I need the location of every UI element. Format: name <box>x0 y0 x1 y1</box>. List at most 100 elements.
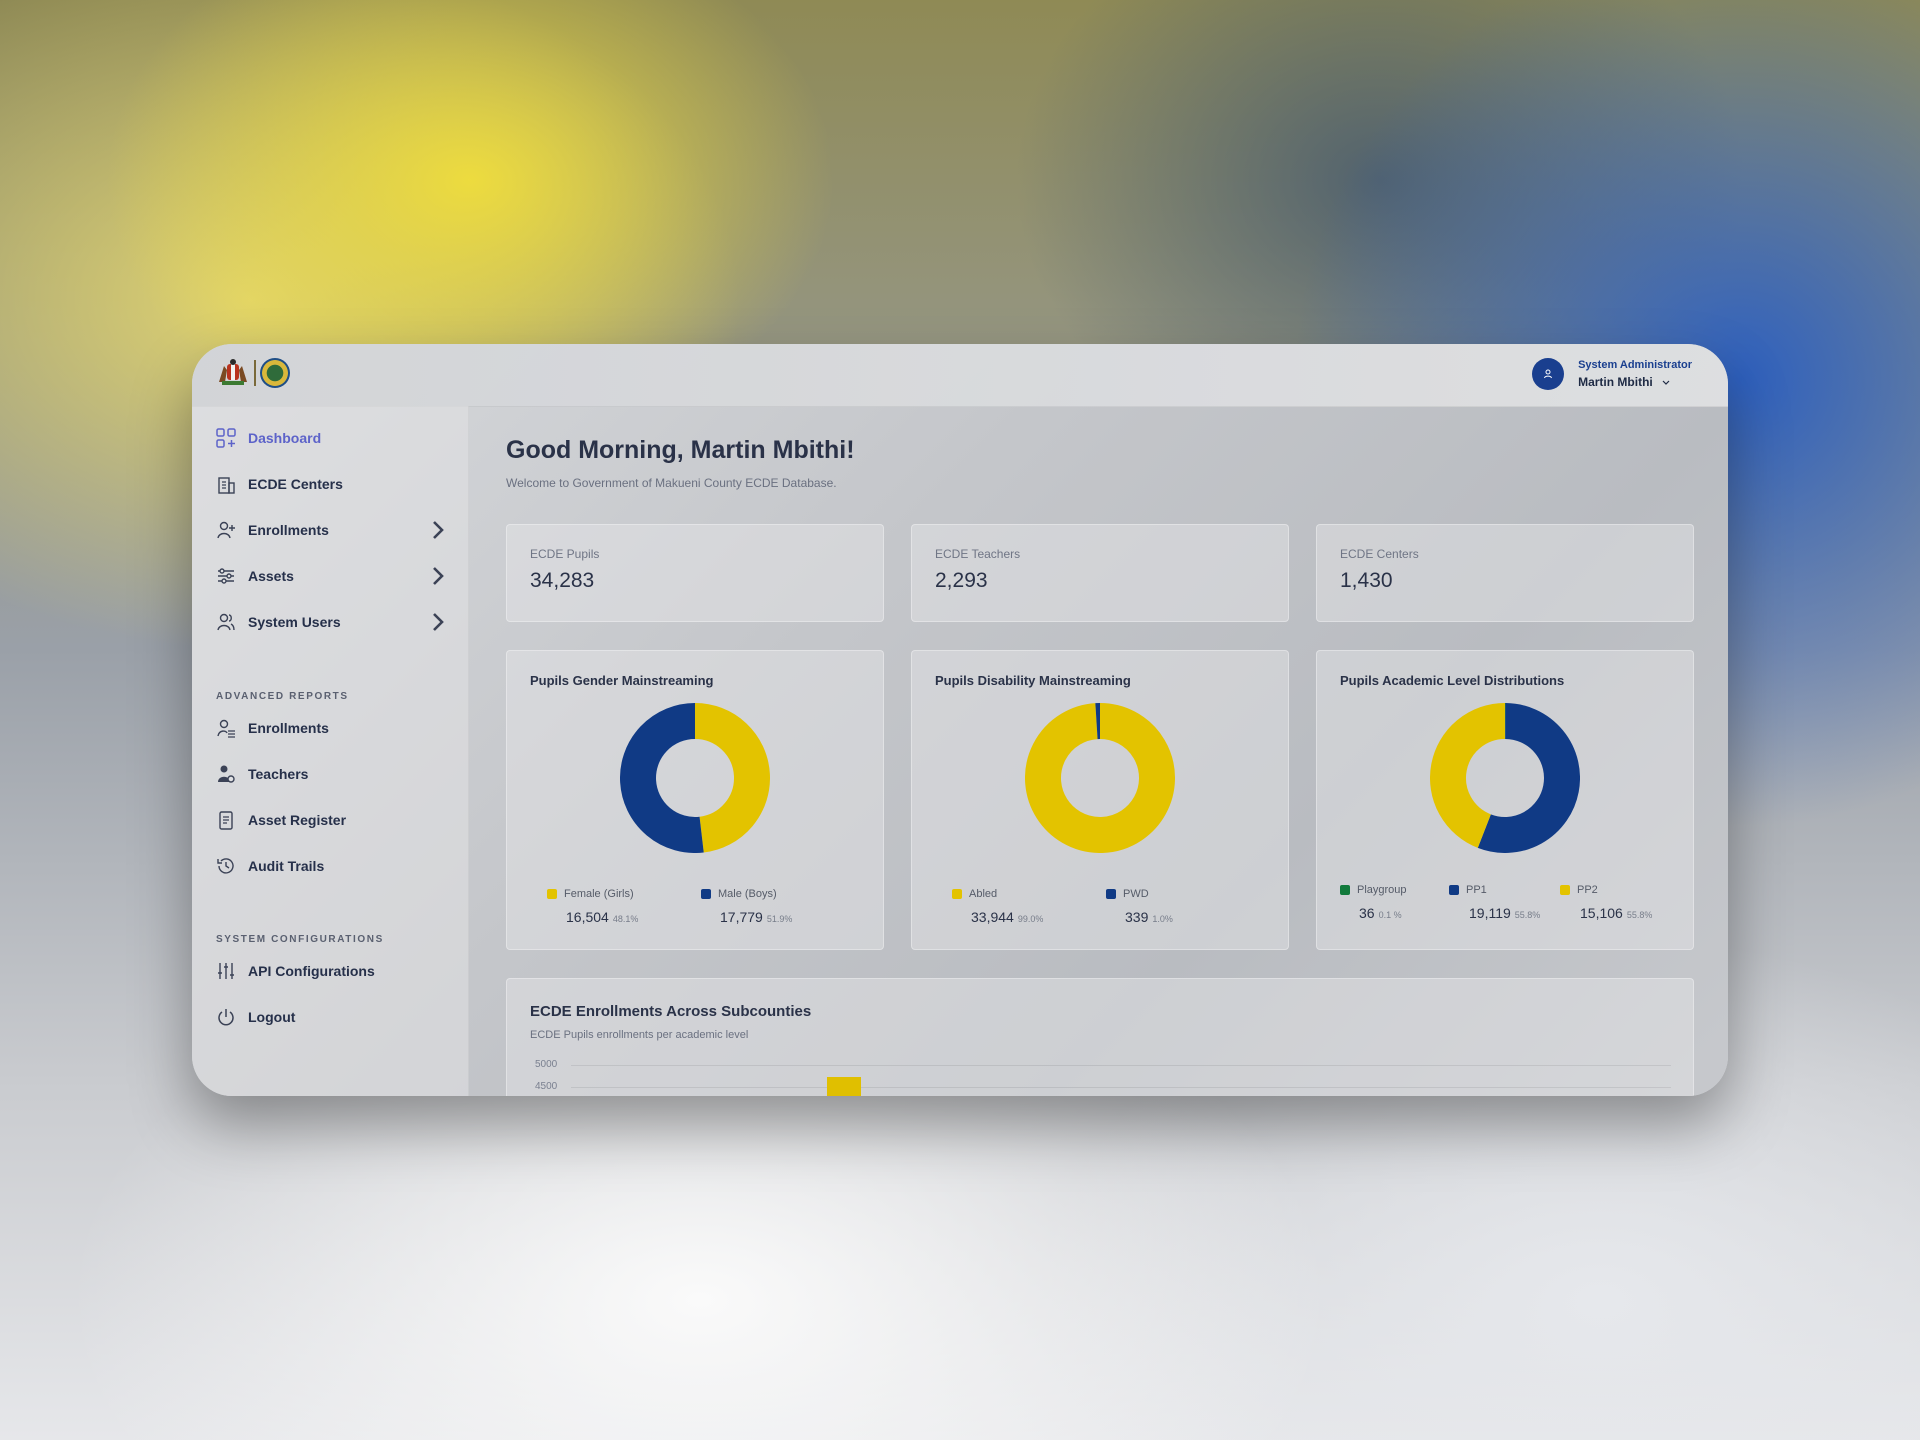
legend-label: Female (Girls) <box>564 888 634 900</box>
page-title: Good Morning, Martin Mbithi! <box>506 436 855 464</box>
y-tick-label: 5000 <box>535 1059 558 1070</box>
legend-swatch <box>1340 885 1350 895</box>
legend-value: 15,106 55.8% <box>1580 905 1652 921</box>
legend-value: 19,119 55.8% <box>1469 905 1540 921</box>
user-menu[interactable]: System Administrator Martin Mbithi <box>1532 358 1692 390</box>
sidebar-item-label: ECDE Centers <box>248 476 343 492</box>
legend-item-pwd[interactable]: PWD <box>1106 888 1149 900</box>
sidebar-item-label: Asset Register <box>248 812 347 828</box>
legend-swatch <box>1560 885 1570 895</box>
sidebar-item-label: Logout <box>248 1009 296 1025</box>
building-icon <box>218 477 235 494</box>
chart-card-disability: Pupils Disability Mainstreaming Abled 33… <box>911 650 1289 950</box>
legend-label: PP1 <box>1466 884 1487 896</box>
value-percent: 55.8% <box>1626 910 1653 920</box>
legend-item-pp1[interactable]: PP1 <box>1449 884 1487 896</box>
user-role: System Administrator <box>1578 359 1692 371</box>
chart-card-academic-level: Pupils Academic Level Distributions Play… <box>1316 650 1694 950</box>
sidebar-item-ecde-centers[interactable]: ECDE Centers <box>216 474 343 494</box>
advanced-reports-heading: ADVANCED REPORTS <box>216 691 349 702</box>
value-number: 19,119 <box>1469 905 1511 921</box>
legend-value: 33,944 99.0% <box>971 909 1043 925</box>
legend-item-abled[interactable]: Abled <box>952 888 997 900</box>
chevron-right-icon <box>433 613 444 631</box>
legend-swatch <box>952 889 962 899</box>
sidebar-item-audit-trails[interactable]: Audit Trails <box>216 856 324 876</box>
history-icon <box>217 858 234 874</box>
legend-swatch <box>701 889 711 899</box>
sidebar-item-dashboard[interactable]: Dashboard <box>216 428 321 448</box>
stat-label: ECDE Pupils <box>530 547 600 561</box>
stat-card-pupils: ECDE Pupils 34,283 <box>506 524 884 622</box>
legend-swatch <box>1449 885 1459 895</box>
sidebar-item-label: API Configurations <box>248 963 375 979</box>
legend-label: Male (Boys) <box>718 888 777 900</box>
user-name-label: Martin Mbithi <box>1578 375 1653 389</box>
sidebar-item-label: Dashboard <box>248 430 322 446</box>
sidebar-item-asset-register[interactable]: Asset Register <box>216 810 346 830</box>
donut-slice[interactable] <box>694 703 770 853</box>
adjust-icon <box>218 963 234 979</box>
county-logos <box>216 358 290 388</box>
sidebar: Dashboard ECDE Centers Enrollments Asset… <box>192 406 469 1096</box>
sidebar-item-api-configurations[interactable]: API Configurations <box>216 961 375 981</box>
chevron-right-icon <box>433 567 444 585</box>
legend-item-male[interactable]: Male (Boys) <box>701 888 777 900</box>
register-icon <box>219 811 233 830</box>
gridline <box>571 1065 1671 1066</box>
value-number: 17,779 <box>720 909 763 925</box>
users-icon <box>217 613 235 631</box>
legend-label: Playgroup <box>1357 884 1407 896</box>
chevron-right-icon <box>433 521 444 539</box>
top-bar: System Administrator Martin Mbithi <box>192 344 1728 407</box>
sidebar-item-label: Enrollments <box>248 720 329 736</box>
dashboard-icon <box>216 428 236 448</box>
value-percent: 48.1% <box>612 914 639 924</box>
user-name[interactable]: Martin Mbithi <box>1578 375 1692 389</box>
value-percent: 51.9% <box>766 914 793 924</box>
legend-item-pp2[interactable]: PP2 <box>1560 884 1598 896</box>
chart-subtitle: ECDE Pupils enrollments per academic lev… <box>530 1029 749 1041</box>
sidebar-item-logout[interactable]: Logout <box>216 1007 295 1027</box>
logo-divider <box>254 360 256 386</box>
value-percent: 0.1 % <box>1378 910 1402 920</box>
sidebar-item-teachers[interactable]: Teachers <box>216 764 308 784</box>
legend-item-female[interactable]: Female (Girls) <box>547 888 634 900</box>
legend-label: PP2 <box>1577 884 1598 896</box>
value-percent: 99.0% <box>1017 914 1044 924</box>
stat-value: 34,283 <box>530 569 595 592</box>
value-number: 36 <box>1359 905 1375 921</box>
county-seal-icon <box>260 358 290 388</box>
donut-slice[interactable] <box>620 703 704 853</box>
user-plus-icon <box>217 521 235 539</box>
donut-chart[interactable] <box>1025 703 1175 853</box>
chart-title: ECDE Enrollments Across Subcounties <box>530 1003 812 1020</box>
legend-item-playgroup[interactable]: Playgroup <box>1340 884 1407 896</box>
chart-title: Pupils Academic Level Distributions <box>1340 673 1565 688</box>
stat-label: ECDE Centers <box>1340 547 1419 561</box>
stat-label: ECDE Teachers <box>935 547 1021 561</box>
sidebar-item-system-users[interactable]: System Users <box>216 612 448 632</box>
donut-chart[interactable] <box>1430 703 1580 853</box>
legend-label: PWD <box>1123 888 1149 900</box>
sidebar-item-label: Audit Trails <box>248 858 325 874</box>
system-configurations-heading: SYSTEM CONFIGURATIONS <box>216 934 384 945</box>
sliders-icon <box>218 568 234 584</box>
coat-of-arms-icon <box>219 359 247 385</box>
avatar[interactable] <box>1532 358 1565 390</box>
value-number: 33,944 <box>971 909 1014 925</box>
sidebar-item-report-enrollments[interactable]: Enrollments <box>216 718 329 738</box>
legend-swatch <box>1106 889 1116 899</box>
value-number: 16,504 <box>566 909 609 925</box>
chart-card-gender: Pupils Gender Mainstreaming Female (Girl… <box>506 650 884 950</box>
sidebar-item-label: Teachers <box>248 766 309 782</box>
bar[interactable] <box>827 1077 861 1096</box>
sidebar-item-label: System Users <box>248 614 341 630</box>
stat-card-centers: ECDE Centers 1,430 <box>1316 524 1694 622</box>
chart-title: Pupils Gender Mainstreaming <box>530 673 714 688</box>
sidebar-item-assets[interactable]: Assets <box>216 566 448 586</box>
donut-slice[interactable] <box>1430 703 1506 848</box>
donut-chart[interactable] <box>620 703 770 853</box>
sidebar-item-enrollments[interactable]: Enrollments <box>216 520 448 540</box>
welcome-text: Welcome to Government of Makueni County … <box>506 476 837 490</box>
